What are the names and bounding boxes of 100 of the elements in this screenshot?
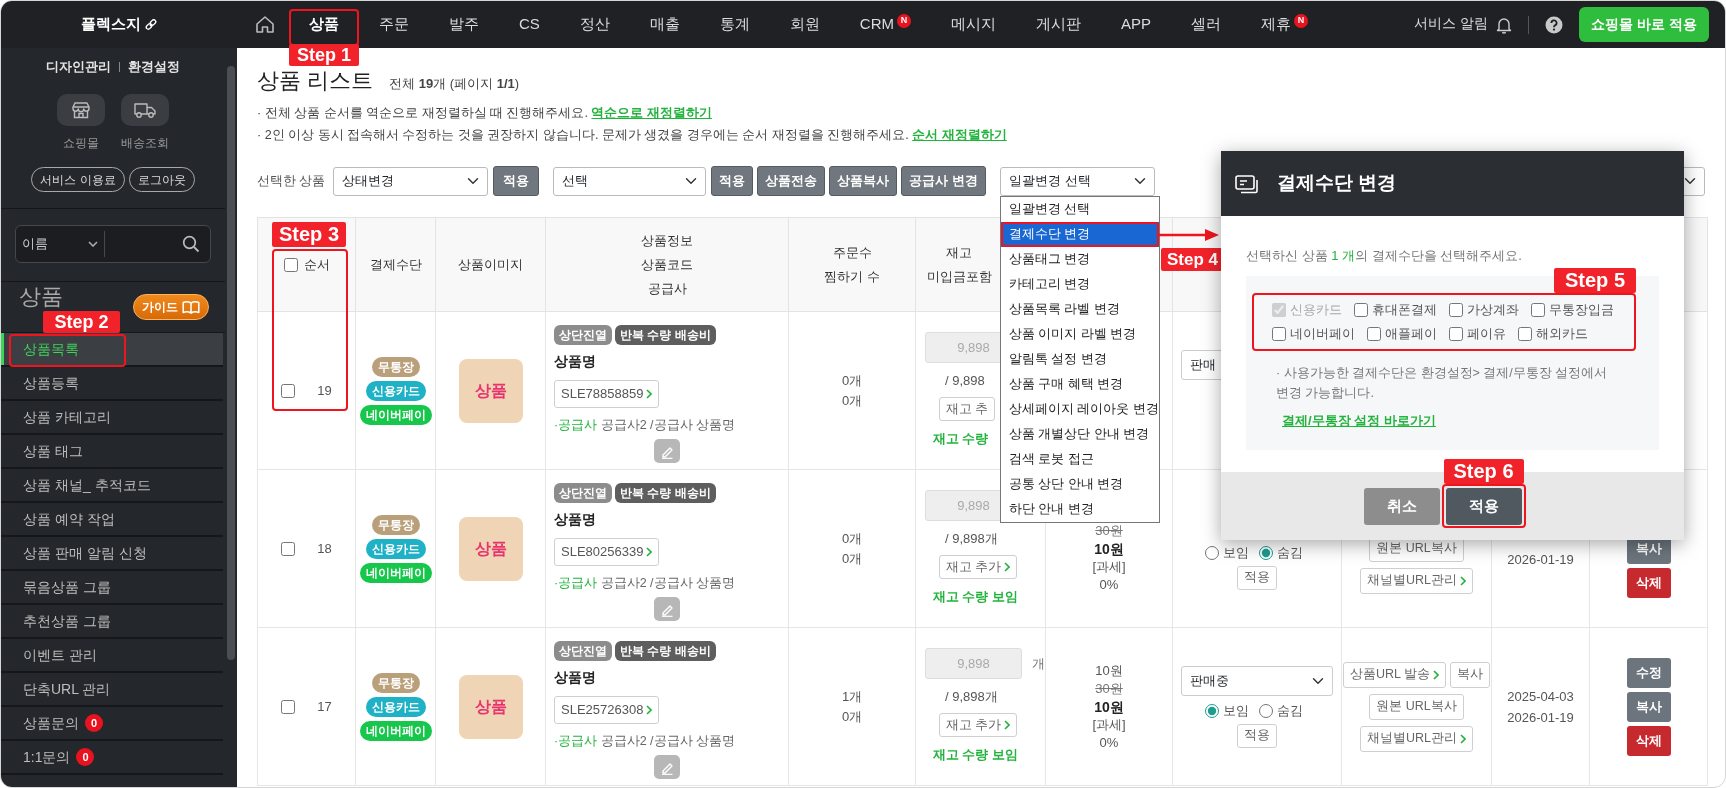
apply-button[interactable]: 적용: [1237, 723, 1277, 748]
column-header: 찜하기 수: [824, 268, 880, 284]
status-select[interactable]: 상태변경: [333, 166, 489, 196]
sidebar-link[interactable]: 환경설정: [128, 57, 180, 77]
nav-tab[interactable]: 메시지: [931, 5, 1016, 44]
nav-tab[interactable]: APP: [1101, 5, 1172, 44]
sidebar-item[interactable]: 상품목록: [1, 333, 223, 367]
radio-button[interactable]: [1205, 545, 1219, 560]
url-button[interactable]: 채널별URL관리: [1360, 725, 1473, 752]
sidebar-item[interactable]: 이벤트 관리: [1, 639, 223, 673]
dropdown-option[interactable]: 일괄변경 선택: [1000, 196, 1159, 222]
dropdown-option[interactable]: 상품태그 변경: [1000, 246, 1159, 272]
checkbox[interactable]: [1367, 326, 1381, 341]
help-icon[interactable]: [1545, 15, 1564, 34]
nav-tab[interactable]: 정산: [559, 5, 630, 44]
apply-button[interactable]: 적용: [1237, 565, 1277, 590]
product-code-button[interactable]: SLE25726308: [554, 696, 660, 724]
radio-button[interactable]: [1259, 703, 1273, 718]
alert-label[interactable]: 서비스 알림: [1414, 14, 1489, 35]
sidebar-item[interactable]: 상품문의 0: [1, 707, 223, 741]
sidebar-item[interactable]: 상품 태그: [1, 435, 223, 469]
url-button[interactable]: 복사: [1450, 661, 1490, 688]
sidebar-item[interactable]: 상품 판매 알림 신청: [1, 537, 223, 571]
url-button[interactable]: 원본 URL복사: [1369, 693, 1464, 720]
logo-text[interactable]: 플렉스지: [81, 13, 141, 36]
sidebar-item[interactable]: 추천상품 그룹: [1, 605, 223, 639]
nav-tab[interactable]: 상품: [289, 5, 359, 44]
nav-tab[interactable]: 게시판: [1016, 5, 1101, 44]
scrollbar-thumb[interactable]: [227, 66, 235, 660]
nav-tab[interactable]: 셀러: [1171, 5, 1242, 44]
toolbar-button[interactable]: 상품복사: [829, 166, 898, 196]
column-header: 재고: [946, 244, 972, 260]
select-all-checkbox[interactable]: [283, 258, 298, 273]
radio-button[interactable]: [1205, 703, 1219, 718]
action-select[interactable]: 선택: [553, 166, 707, 196]
apply-button[interactable]: 적용: [493, 166, 540, 196]
delete-button[interactable]: 삭제: [1626, 567, 1671, 598]
bulk-change-select[interactable]: 일괄변경 선택: [999, 166, 1155, 196]
row-checkbox[interactable]: [281, 383, 296, 398]
dropdown-option[interactable]: 상세페이지 레이아웃 변경: [1000, 396, 1159, 422]
nav-tab[interactable]: CRM N: [839, 5, 931, 44]
product-name: 상품명: [554, 510, 597, 529]
sidebar-item[interactable]: 단축URL 관리: [1, 673, 223, 707]
apply-button[interactable]: 적용: [1445, 487, 1522, 525]
product-code-button[interactable]: SLE80256339: [554, 538, 660, 566]
toolbar-button[interactable]: 적용: [711, 166, 754, 196]
product-code-button[interactable]: SLE78858859: [554, 380, 660, 408]
copy-button[interactable]: 복사: [1626, 691, 1671, 722]
link-icon: [145, 18, 157, 31]
nav-tab[interactable]: 통계: [699, 5, 770, 44]
nav-tab[interactable]: 제휴 N: [1241, 5, 1329, 44]
nav-tab[interactable]: CS: [499, 5, 560, 44]
dropdown-option[interactable]: 상품목록 라벨 변경: [1000, 296, 1159, 322]
checkbox[interactable]: [1354, 302, 1368, 317]
sale-status-select[interactable]: 판매중: [1181, 665, 1333, 696]
home-icon[interactable]: [255, 15, 275, 34]
search-type-select[interactable]: 이름: [16, 234, 88, 254]
add-stock-button[interactable]: 재고 추가: [939, 713, 1018, 737]
dropdown-option[interactable]: 카테고리 변경: [1000, 271, 1159, 297]
price-text: [과세]: [1091, 557, 1127, 576]
card-icon: [1235, 173, 1259, 194]
payment-tag: 신용카드: [365, 696, 426, 717]
dropdown-option[interactable]: 상품 개별상단 안내 변경: [1000, 421, 1159, 447]
row-checkbox[interactable]: [281, 699, 296, 714]
delete-button[interactable]: 삭제: [1626, 725, 1671, 756]
nav-tab[interactable]: 주문: [359, 5, 429, 44]
payment-tag: 무통장: [371, 514, 420, 535]
toolbar-button[interactable]: 상품전송: [757, 166, 826, 196]
bell-icon[interactable]: [1496, 15, 1513, 34]
checkbox[interactable]: [1518, 326, 1532, 341]
sidebar-item[interactable]: 상품 예약 작업: [1, 503, 223, 537]
search-icon[interactable]: [182, 235, 200, 253]
sidebar-item[interactable]: 상품 카테고리: [1, 401, 223, 435]
add-stock-button[interactable]: 재고 추: [939, 397, 996, 421]
radio-button[interactable]: [1259, 545, 1273, 560]
dropdown-option[interactable]: 검색 로봇 접근: [1000, 446, 1159, 472]
dialog-note: · 사용가능한 결제수단은 환경설정> 결제/무통장 설정에서 변경 가능합니다.: [1276, 364, 1609, 402]
nav-tab[interactable]: 매출: [629, 5, 700, 44]
checkbox[interactable]: [1449, 302, 1463, 317]
sidebar-item[interactable]: 상품등록: [1, 367, 223, 401]
row-checkbox[interactable]: [281, 541, 296, 556]
edit-button[interactable]: 수정: [1626, 657, 1671, 688]
sidebar-item[interactable]: 1:1문의 0: [1, 741, 223, 775]
checkbox[interactable]: [1449, 326, 1463, 341]
nav-tab[interactable]: 회원: [769, 5, 840, 44]
url-button[interactable]: 상품URL 발송: [1343, 661, 1446, 688]
radio-label: 보임: [1223, 701, 1249, 720]
toolbar-button[interactable]: 공급사 변경: [901, 166, 986, 196]
sidebar-link[interactable]: 디자인관리: [46, 57, 111, 77]
sidebar-item[interactable]: 상품 채널_ 추적코드: [1, 469, 223, 503]
shortcut-button[interactable]: [121, 94, 169, 126]
add-stock-button[interactable]: 재고 추가: [939, 555, 1018, 579]
sidebar-item[interactable]: 묶음상품 그룹: [1, 571, 223, 605]
nav-tab[interactable]: 발주: [429, 5, 499, 44]
dropdown-option[interactable]: 상품 구매 혜택 변경: [1000, 371, 1159, 397]
url-button[interactable]: 채널별URL관리: [1360, 567, 1473, 594]
shortcut-button[interactable]: [57, 94, 105, 126]
checkbox[interactable]: [1531, 302, 1545, 317]
checkbox[interactable]: [1272, 326, 1286, 341]
stock-visibility-text: 재고 수량: [933, 431, 989, 448]
